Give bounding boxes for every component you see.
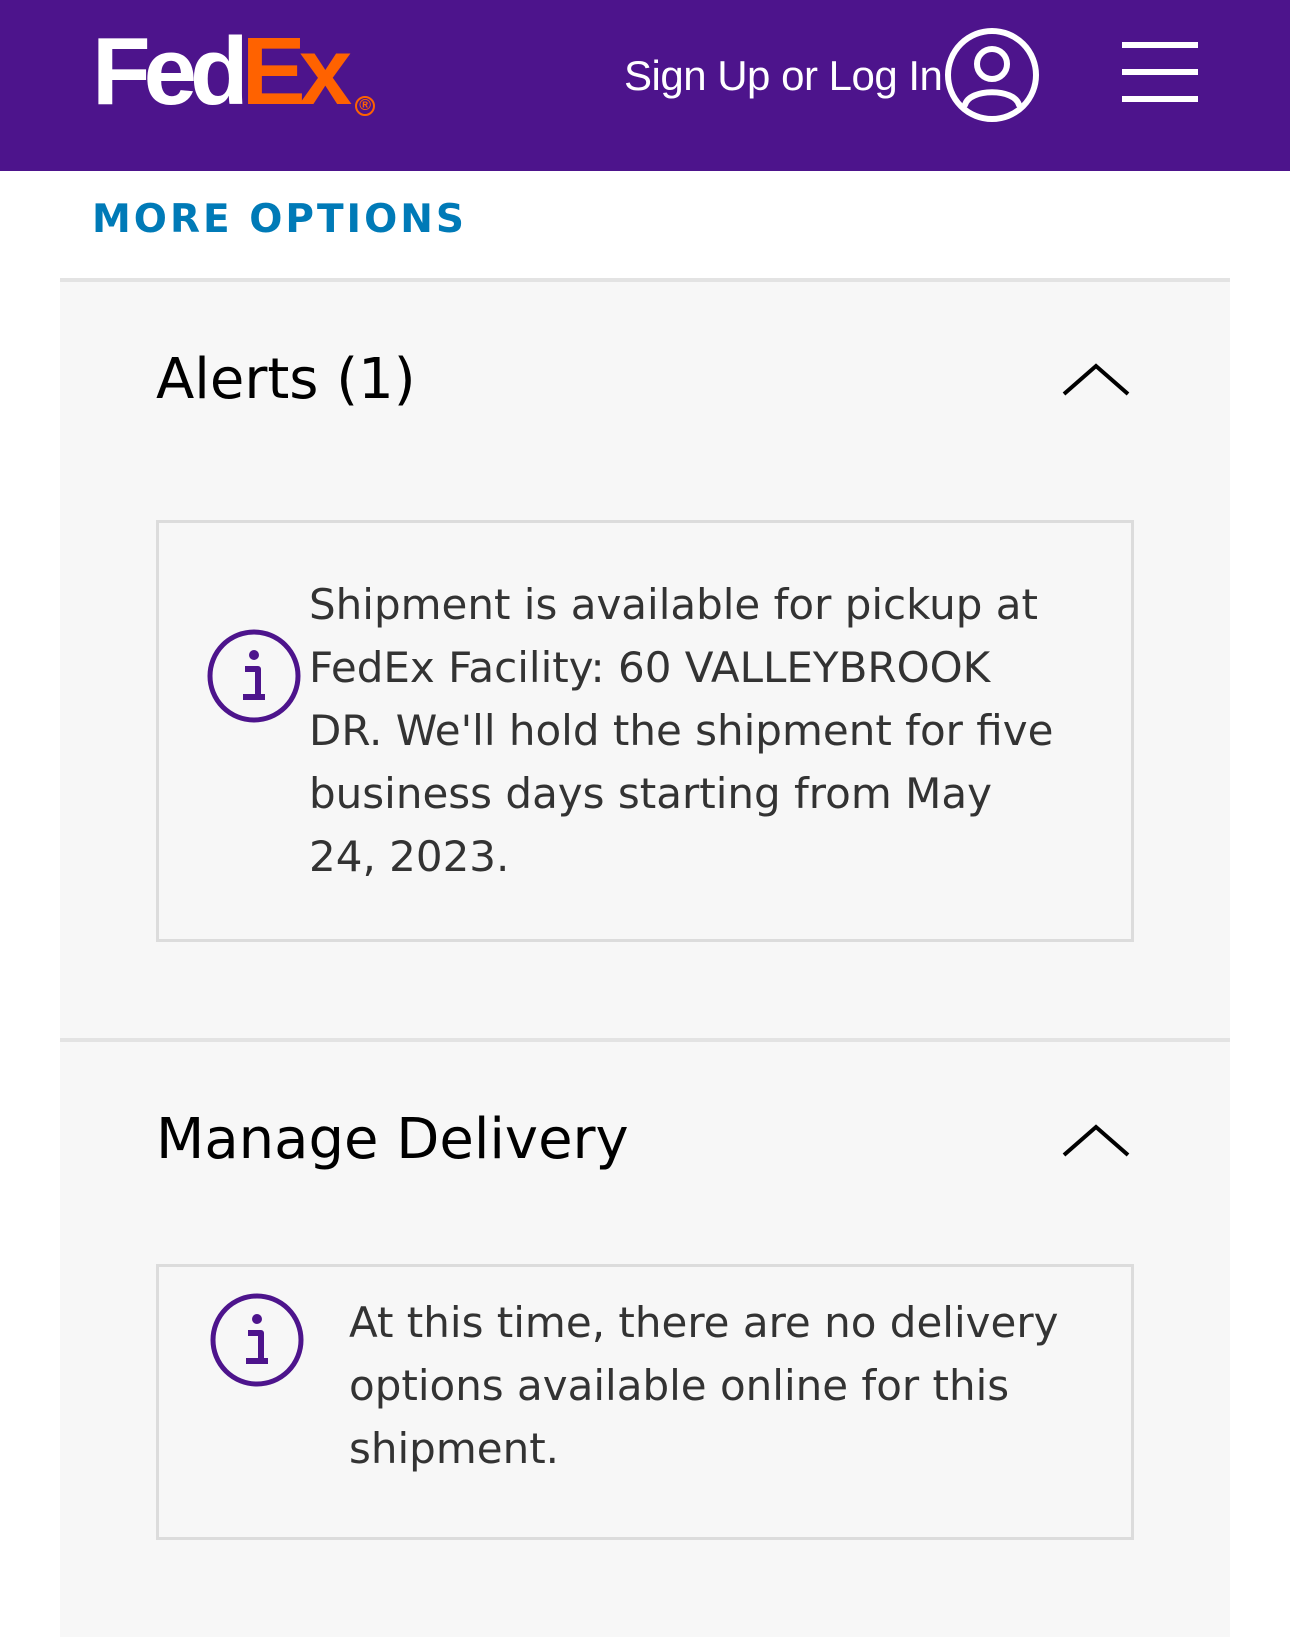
chevron-up-icon[interactable] <box>1060 1121 1132 1161</box>
fedex-logo[interactable]: Fed Ex ® <box>92 24 376 120</box>
sign-up-log-in-link[interactable]: Sign Up or Log In <box>624 52 943 100</box>
chevron-up-icon[interactable] <box>1060 360 1132 400</box>
delivery-message: At this time, there are no delivery opti… <box>349 1298 1059 1473</box>
delivery-message-box: At this time, there are no delivery opti… <box>156 1264 1134 1540</box>
info-icon <box>207 629 301 723</box>
alerts-panel: Alerts (1) Shipment is available for pic… <box>60 278 1230 1040</box>
manage-delivery-title[interactable]: Manage Delivery <box>156 1108 629 1172</box>
alerts-title[interactable]: Alerts (1) <box>156 348 416 412</box>
more-options-link[interactable]: MORE OPTIONS <box>92 196 467 244</box>
logo-ex: Ex <box>241 18 352 125</box>
alert-message: Shipment is available for pickup at FedE… <box>309 580 1054 881</box>
logo-fed: Fed <box>92 18 249 125</box>
site-header: Fed Ex ® Sign Up or Log In <box>0 0 1290 171</box>
user-circle-icon[interactable] <box>943 26 1041 124</box>
logo-registered-mark: ® <box>355 96 376 116</box>
hamburger-menu-icon[interactable] <box>1122 40 1198 104</box>
manage-delivery-panel: Manage Delivery At this time, there are … <box>60 1038 1230 1637</box>
alert-item: Shipment is available for pickup at FedE… <box>156 520 1134 942</box>
info-icon <box>210 1293 304 1387</box>
